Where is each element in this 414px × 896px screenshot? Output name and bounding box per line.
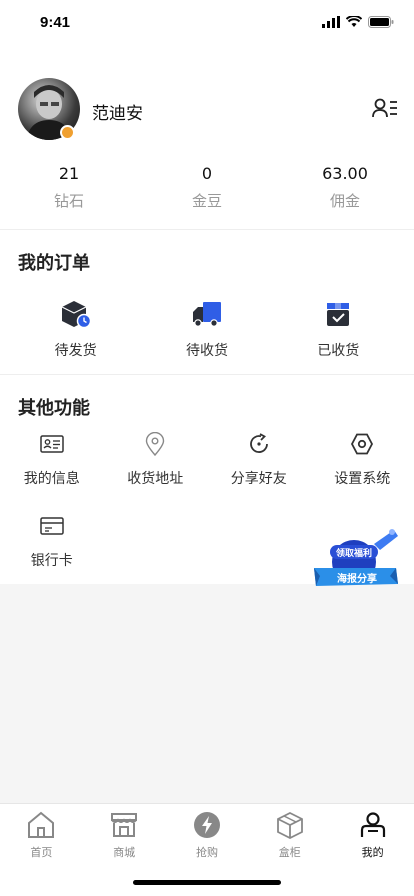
stat-gold-beans[interactable]: 0 金豆: [138, 163, 276, 213]
order-label: 待发货: [54, 343, 97, 359]
func-bank-card[interactable]: 银行卡: [0, 512, 104, 570]
home-indicator: [133, 880, 281, 885]
status-time: 9:41: [40, 14, 71, 31]
box-clock-icon: [61, 301, 91, 329]
stats-row: 21 钻石 0 金豆 63.00 佣金: [0, 163, 414, 213]
stat-commission[interactable]: 63.00 佣金: [276, 163, 414, 213]
status-icons: [322, 16, 394, 28]
person-icon: [360, 812, 385, 837]
tab-label: 盒柜: [278, 846, 301, 859]
profile-header: 范迪安: [18, 78, 398, 140]
func-share[interactable]: 分享好友: [207, 430, 311, 488]
func-label: 我的信息: [23, 471, 80, 487]
func-settings[interactable]: 设置系统: [311, 430, 414, 488]
cube-box-icon: [276, 811, 303, 839]
bank-card-icon: [40, 517, 64, 535]
promo-line1: 领取福利: [335, 549, 372, 559]
order-to-receive[interactable]: 待收货: [152, 298, 262, 360]
func-label: 分享好友: [230, 471, 287, 487]
orders-title: 我的订单: [18, 253, 90, 274]
vip-badge: [60, 125, 75, 140]
username: 范迪安: [92, 104, 143, 124]
stat-value: 0: [201, 164, 213, 183]
stat-value: 63.00: [322, 164, 368, 183]
hexagon-settings-icon: [351, 433, 374, 455]
refresh-share-icon: [249, 433, 268, 453]
order-received[interactable]: 已收货: [283, 298, 393, 360]
func-label: 银行卡: [30, 553, 73, 569]
status-bar: 9:41: [0, 0, 414, 48]
battery-icon: [368, 16, 394, 28]
location-pin-icon: [146, 432, 165, 456]
stat-label: 佣金: [329, 192, 360, 210]
promo-floating-button[interactable]: 领取福利 海报分享: [312, 526, 402, 596]
order-label: 已收货: [317, 343, 360, 359]
func-label: 收货地址: [127, 471, 184, 487]
functions-title: 其他功能: [18, 398, 90, 419]
stat-value: 21: [58, 164, 80, 183]
tab-mine[interactable]: 我的: [331, 804, 414, 896]
func-my-info[interactable]: 我的信息: [0, 430, 104, 488]
divider: [0, 229, 414, 230]
box-check-icon: [327, 303, 350, 326]
stat-label: 钻石: [53, 192, 84, 210]
tab-label: 我的: [361, 846, 384, 859]
contact-list-icon[interactable]: [372, 98, 398, 118]
tab-home[interactable]: 首页: [0, 804, 83, 896]
func-address[interactable]: 收货地址: [104, 430, 208, 488]
promo-badge-graphic: [314, 529, 398, 586]
func-label: 设置系统: [334, 471, 391, 487]
truck-icon: [192, 302, 221, 327]
store-icon: [111, 813, 138, 837]
lightning-icon: [193, 812, 220, 838]
promo-line2: 海报分享: [337, 574, 377, 585]
profile-page: 9:41 范迪安 21 钻石 0 金豆 63.00 佣金 我的订单 待发货 待收…: [0, 0, 414, 896]
wifi-icon: [346, 16, 362, 27]
tab-label: 商城: [113, 846, 136, 859]
tab-label: 首页: [30, 846, 53, 859]
orders-row: 待发货 待收货 已收货: [0, 298, 414, 360]
stat-diamonds[interactable]: 21 钻石: [0, 163, 138, 213]
tab-label: 抢购: [195, 846, 218, 859]
signal-icon: [322, 16, 340, 28]
divider: [0, 374, 414, 375]
id-card-icon: [40, 435, 64, 453]
home-icon: [28, 811, 55, 838]
stat-label: 金豆: [191, 192, 222, 210]
order-to-ship[interactable]: 待发货: [21, 298, 131, 360]
order-label: 待收货: [185, 343, 228, 359]
